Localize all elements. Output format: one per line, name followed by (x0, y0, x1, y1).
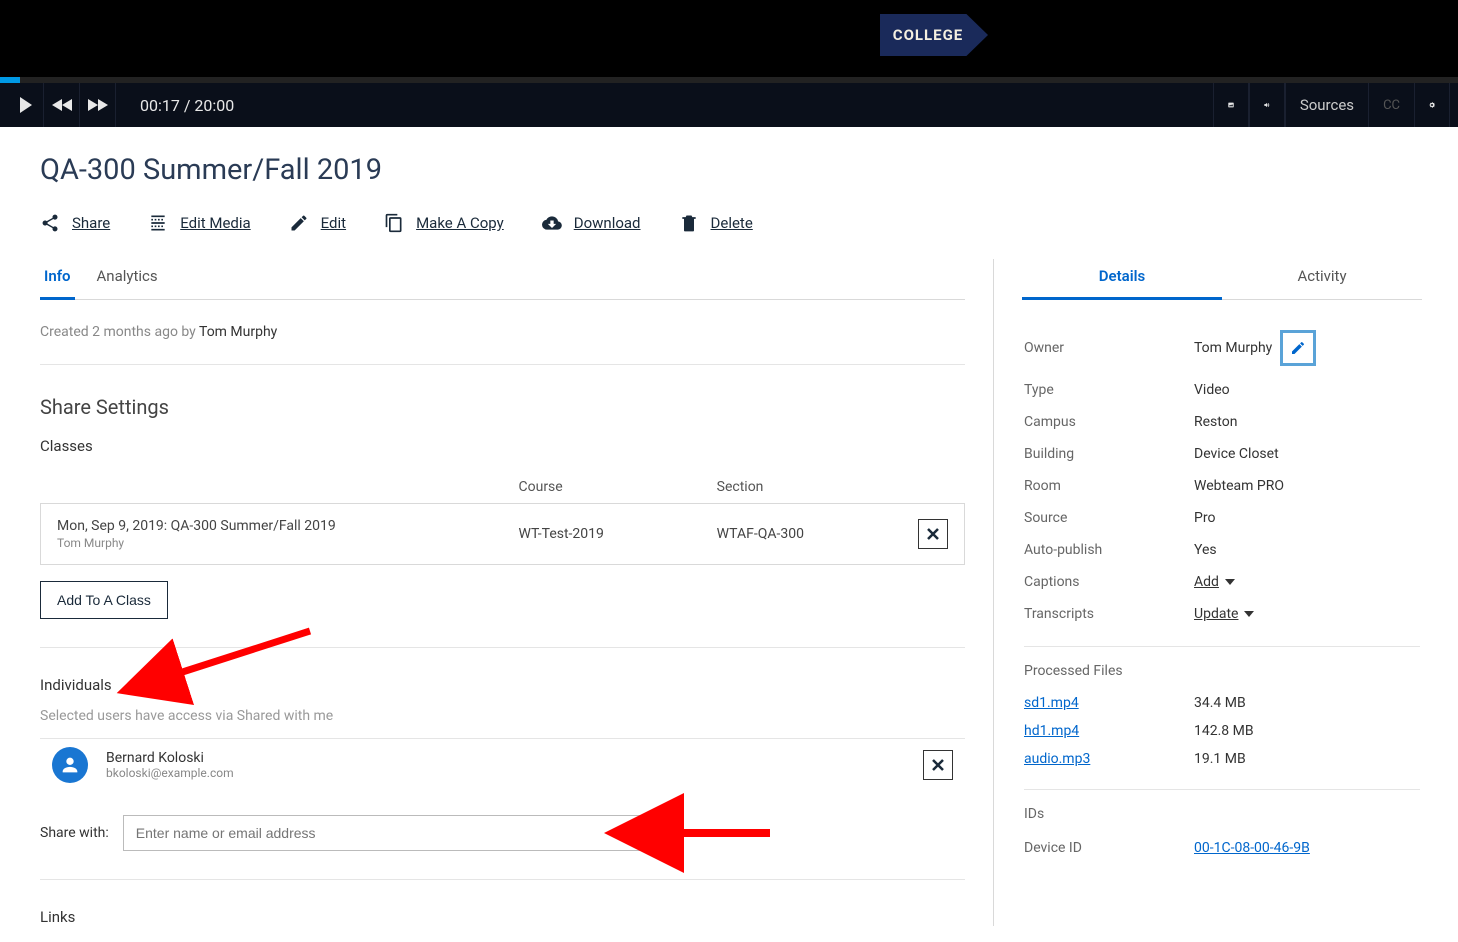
side-tab-bar: Details Activity (1022, 259, 1422, 300)
created-prefix: Created 2 months ago by (40, 324, 199, 340)
add-to-class-button[interactable]: Add To A Class (40, 581, 168, 619)
campus-label: Campus (1024, 414, 1194, 430)
separator (1024, 789, 1420, 790)
building-label: Building (1024, 446, 1194, 462)
captions-label: Captions (1024, 574, 1194, 590)
remove-individual-button[interactable] (923, 750, 953, 780)
class-row-course: WT-Test-2019 (503, 504, 701, 565)
processed-files-label: Processed Files (1024, 663, 1420, 679)
individual-name: Bernard Koloski (106, 750, 234, 766)
share-with-label: Share with: (40, 825, 109, 841)
tab-info[interactable]: Info (40, 259, 75, 300)
individual-row: Bernard Koloski bkoloski@example.com (40, 738, 965, 795)
tab-analytics[interactable]: Analytics (93, 259, 162, 300)
separator (40, 879, 965, 880)
file-link-hd1[interactable]: hd1.mp4 (1024, 723, 1079, 739)
class-row: Mon, Sep 9, 2019: QA-300 Summer/Fall 201… (41, 504, 965, 565)
forward-button[interactable] (80, 83, 116, 127)
share-label: Share (72, 214, 110, 232)
share-with-input-wrapper[interactable] (123, 815, 643, 851)
file-link-audio[interactable]: audio.mp3 (1024, 751, 1090, 767)
device-id-label: Device ID (1024, 840, 1194, 856)
type-label: Type (1024, 382, 1194, 398)
owner-value: Tom Murphy (1194, 340, 1272, 356)
separator (1024, 646, 1420, 647)
picture-button[interactable] (1213, 83, 1249, 127)
class-row-title: Mon, Sep 9, 2019: QA-300 Summer/Fall 201… (57, 518, 487, 534)
chevron-down-icon (622, 825, 632, 841)
main-tab-bar: Info Analytics (40, 259, 965, 300)
file-size: 142.8 MB (1194, 723, 1254, 739)
autopub-label: Auto-publish (1024, 542, 1194, 558)
video-progress-track[interactable] (0, 77, 1458, 83)
file-link-sd1[interactable]: sd1.mp4 (1024, 695, 1079, 711)
make-copy-button[interactable]: Make A Copy (384, 213, 504, 233)
individuals-subtitle: Selected users have access via Shared wi… (40, 708, 965, 724)
edit-button[interactable]: Edit (289, 213, 346, 233)
file-row: audio.mp3 19.1 MB (1024, 745, 1420, 773)
file-row: sd1.mp4 34.4 MB (1024, 689, 1420, 717)
tab-activity[interactable]: Activity (1222, 259, 1422, 300)
page-title: QA-300 Summer/Fall 2019 (40, 153, 1422, 187)
col-section: Section (701, 469, 902, 504)
avatar-icon (52, 747, 88, 783)
individual-email: bkoloski@example.com (106, 766, 234, 780)
share-settings-title: Share Settings (40, 395, 965, 419)
class-row-sub: Tom Murphy (57, 536, 487, 550)
classes-label: Classes (40, 437, 965, 455)
settings-gear-icon[interactable] (1414, 83, 1450, 127)
delete-label: Delete (711, 214, 753, 232)
edit-media-label: Edit Media (180, 214, 250, 232)
separator (40, 647, 965, 648)
share-with-input[interactable] (136, 825, 630, 841)
share-button[interactable]: Share (40, 213, 110, 233)
room-label: Room (1024, 478, 1194, 494)
room-value: Webteam PRO (1194, 478, 1420, 494)
autopub-value: Yes (1194, 542, 1420, 558)
source-label: Source (1024, 510, 1194, 526)
source-value: Pro (1194, 510, 1420, 526)
building-value: Device Closet (1194, 446, 1420, 462)
remove-class-button[interactable] (918, 519, 948, 549)
delete-button[interactable]: Delete (679, 213, 753, 233)
captions-add-button[interactable]: Add (1194, 574, 1235, 590)
created-author: Tom Murphy (199, 324, 277, 340)
transcripts-update-button[interactable]: Update (1194, 606, 1254, 622)
class-row-section: WTAF-QA-300 (701, 504, 902, 565)
individuals-label: Individuals (40, 676, 965, 694)
play-button[interactable] (8, 83, 44, 127)
video-progress-fill (0, 77, 20, 83)
file-size: 34.4 MB (1194, 695, 1246, 711)
cc-button[interactable]: CC (1368, 83, 1414, 127)
sources-button[interactable]: Sources (1285, 83, 1368, 127)
transcripts-label: Transcripts (1024, 606, 1194, 622)
college-badge: COLLEGE (880, 14, 988, 56)
edit-label: Edit (321, 214, 346, 232)
make-copy-label: Make A Copy (416, 214, 504, 232)
download-button[interactable]: Download (542, 213, 641, 233)
ids-label: IDs (1024, 806, 1420, 822)
tab-details[interactable]: Details (1022, 259, 1222, 300)
download-label: Download (574, 214, 641, 232)
annotation-arrow-share-input (650, 823, 780, 851)
action-toolbar: Share Edit Media Edit Make A Copy Downlo… (40, 213, 1422, 233)
edit-owner-button[interactable] (1280, 330, 1316, 366)
file-row: hd1.mp4 142.8 MB (1024, 717, 1420, 745)
volume-button[interactable] (1249, 83, 1285, 127)
type-value: Video (1194, 382, 1420, 398)
device-id-link[interactable]: 00-1C-08-00-46-9B (1194, 840, 1310, 856)
rewind-button[interactable] (44, 83, 80, 127)
player-controls-bar: 00:17 / 20:00 Sources CC (0, 83, 1458, 127)
owner-label: Owner (1024, 340, 1194, 356)
classes-table: Course Section Mon, Sep 9, 2019: QA-300 … (40, 469, 965, 565)
player-time-display: 00:17 / 20:00 (140, 96, 234, 115)
file-size: 19.1 MB (1194, 751, 1246, 767)
edit-media-button[interactable]: Edit Media (148, 213, 250, 233)
col-course: Course (503, 469, 701, 504)
links-label: Links (40, 908, 965, 926)
video-banner: COLLEGE (0, 0, 1458, 77)
created-meta: Created 2 months ago by Tom Murphy (40, 300, 965, 365)
campus-value: Reston (1194, 414, 1420, 430)
